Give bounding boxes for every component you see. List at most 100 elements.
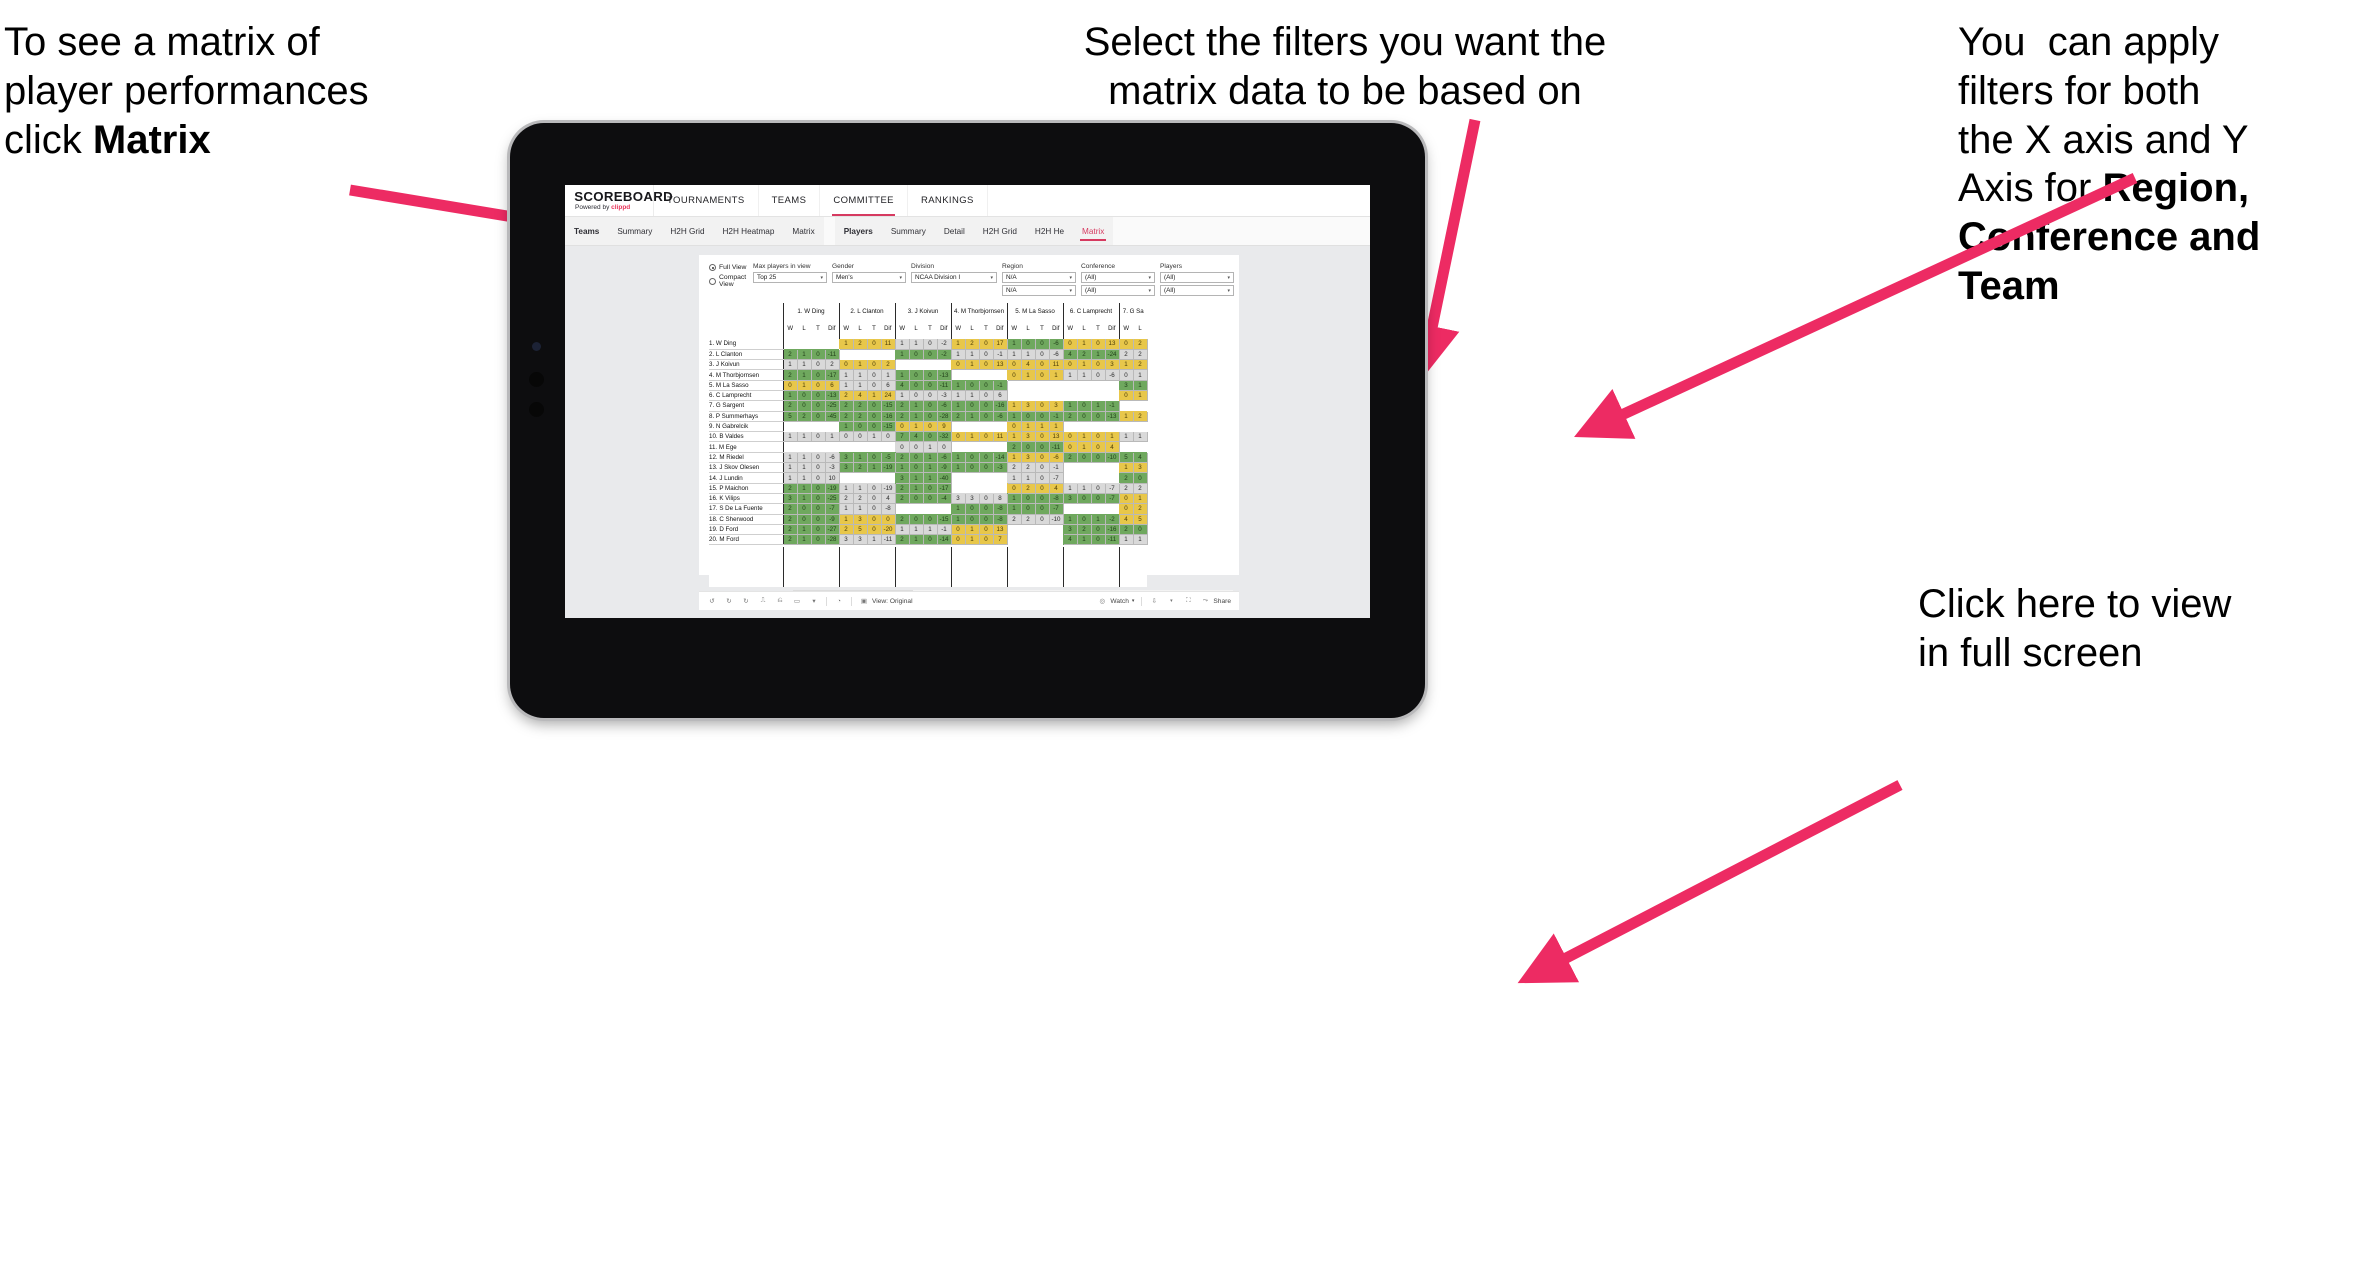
matrix-cell[interactable]: 0	[1035, 349, 1050, 361]
matrix-cell[interactable]: 2	[825, 359, 840, 371]
matrix-cell[interactable]: 2	[1006, 462, 1022, 474]
matrix-cell[interactable]: 1	[1077, 534, 1092, 546]
matrix-cell[interactable]: 1	[853, 369, 868, 381]
matrix-cell[interactable]: -6	[1049, 349, 1064, 361]
matrix-cell[interactable]: 0	[909, 514, 924, 525]
matrix-cell[interactable]: 1	[909, 400, 924, 412]
matrix-cell[interactable]	[825, 339, 839, 350]
matrix-cell[interactable]: 2	[838, 400, 854, 412]
matrix-cell[interactable]	[965, 441, 979, 453]
matrix-cell[interactable]: 0	[923, 483, 938, 494]
matrix-cell[interactable]: -6	[1049, 452, 1064, 464]
matrix-cell[interactable]: 2	[1077, 349, 1092, 361]
matrix-cell[interactable]: 3	[838, 462, 854, 474]
matrix-cell[interactable]: 3	[838, 534, 854, 546]
matrix-cell[interactable]: 0	[1091, 483, 1106, 494]
matrix-cell[interactable]: 1	[950, 452, 966, 464]
matrix-cell[interactable]: 1	[1006, 400, 1022, 412]
matrix-cell[interactable]: 1	[853, 380, 868, 391]
matrix-cell[interactable]: 1	[894, 349, 910, 361]
matrix-cell[interactable]: 0	[838, 359, 854, 371]
matrix-cell[interactable]: 1	[1077, 441, 1092, 453]
matrix-cell[interactable]: 4	[894, 380, 910, 391]
matrix-cell[interactable]: -10	[1049, 514, 1064, 525]
matrix-cell[interactable]: 0	[909, 493, 924, 505]
matrix-cell[interactable]	[1077, 503, 1091, 515]
matrix-cell[interactable]: 3	[853, 514, 868, 525]
matrix-cell[interactable]: 2	[1077, 524, 1092, 536]
matrix-cell[interactable]: -8	[881, 503, 896, 515]
matrix-cell[interactable]: -25	[825, 493, 840, 505]
matrix-cell[interactable]	[1105, 503, 1119, 515]
matrix-cell[interactable]: 0	[1035, 514, 1050, 525]
matrix-cell[interactable]	[825, 441, 839, 453]
matrix-cell[interactable]: -5	[881, 452, 896, 464]
matrix-cell[interactable]: 2	[965, 339, 980, 350]
refresh-icon[interactable]: ▭	[792, 596, 802, 606]
matrix-cell[interactable]: 1	[1006, 493, 1022, 505]
matrix-cell[interactable]: 0	[1035, 493, 1050, 505]
matrix-cell[interactable]	[1077, 390, 1091, 401]
matrix-cell[interactable]: -6	[993, 411, 1008, 422]
matrix-cell[interactable]: 1	[853, 503, 868, 515]
matrix-cell[interactable]	[993, 421, 1007, 432]
matrix-cell[interactable]	[1091, 390, 1105, 401]
matrix-cell[interactable]: -1	[1105, 400, 1120, 412]
matrix-cell[interactable]: 1	[853, 359, 868, 371]
matrix-cell[interactable]: 7	[993, 534, 1008, 546]
matrix-cell[interactable]: 1	[1118, 462, 1134, 474]
matrix-cell[interactable]: 0	[979, 431, 994, 443]
matrix-table-container[interactable]: 1. W Ding 2. L Clanton 3. J Koivun 4. M Tho…	[699, 298, 1239, 597]
download-icon[interactable]: ⇩	[1149, 596, 1159, 606]
matrix-cell[interactable]: -14	[993, 452, 1008, 464]
matrix-cell[interactable]: 1	[838, 483, 854, 494]
matrix-cell[interactable]: 0	[811, 390, 826, 402]
matrix-cell[interactable]	[1035, 380, 1049, 391]
filter-region-select-x[interactable]: N/A ▾	[1002, 272, 1076, 283]
matrix-cell[interactable]: 1	[923, 462, 938, 474]
matrix-cell[interactable]: 0	[1077, 514, 1092, 525]
matrix-cell[interactable]: 3	[1021, 452, 1036, 464]
matrix-cell[interactable]: 0	[1091, 524, 1106, 536]
matrix-cell[interactable]: 0	[1035, 431, 1050, 443]
matrix-cell[interactable]: 0	[1077, 452, 1092, 464]
matrix-cell[interactable]: 2	[838, 493, 854, 505]
matrix-cell[interactable]: 0	[811, 431, 826, 443]
matrix-cell[interactable]: 1	[950, 349, 966, 361]
matrix-cell[interactable]: 3	[1105, 359, 1120, 371]
matrix-cell[interactable]: -13	[825, 390, 840, 402]
matrix-cell[interactable]: 2	[1133, 503, 1148, 515]
matrix-cell[interactable]: -11	[1049, 441, 1064, 453]
matrix-cell[interactable]: 2	[881, 359, 896, 371]
matrix-cell[interactable]: 2	[782, 534, 798, 546]
chevron-down-icon[interactable]: ▾	[809, 596, 819, 606]
matrix-cell[interactable]	[950, 421, 965, 432]
matrix-cell[interactable]: 0	[923, 349, 938, 361]
matrix-cell[interactable]: 2	[782, 400, 798, 412]
matrix-cell[interactable]: 7	[894, 431, 910, 443]
matrix-cell[interactable]: 0	[811, 411, 826, 422]
matrix-cell[interactable]: -16	[993, 400, 1008, 412]
matrix-cell[interactable]: 2	[1133, 411, 1148, 422]
tab-players-matrix[interactable]: Matrix	[1073, 217, 1113, 245]
tab-teams-matrix[interactable]: Matrix	[783, 217, 823, 245]
tab-players-h2h-heatmap[interactable]: H2H He	[1026, 217, 1073, 245]
matrix-cell[interactable]: 11	[1049, 359, 1064, 371]
matrix-cell[interactable]: -9	[937, 462, 952, 474]
matrix-cell[interactable]: -15	[937, 514, 952, 525]
matrix-cell[interactable]	[1021, 524, 1035, 535]
matrix-cell[interactable]: -32	[937, 431, 952, 443]
matrix-cell[interactable]: 3	[838, 452, 854, 464]
matrix-cell[interactable]: 0	[909, 441, 924, 453]
matrix-cell[interactable]: 1	[797, 369, 812, 381]
matrix-cell[interactable]	[1077, 380, 1091, 391]
matrix-cell[interactable]: -7	[825, 503, 840, 515]
matrix-cell[interactable]: 0	[923, 400, 938, 412]
matrix-cell[interactable]: 0	[1091, 431, 1106, 443]
matrix-cell[interactable]: 1	[838, 514, 854, 525]
matrix-cell[interactable]: 0	[923, 411, 938, 422]
matrix-cell[interactable]: 0	[1118, 503, 1134, 515]
filter-gender-select[interactable]: Men's ▾	[832, 272, 906, 283]
matrix-cell[interactable]: 1	[1006, 503, 1022, 515]
matrix-cell[interactable]: 2	[1118, 349, 1134, 361]
